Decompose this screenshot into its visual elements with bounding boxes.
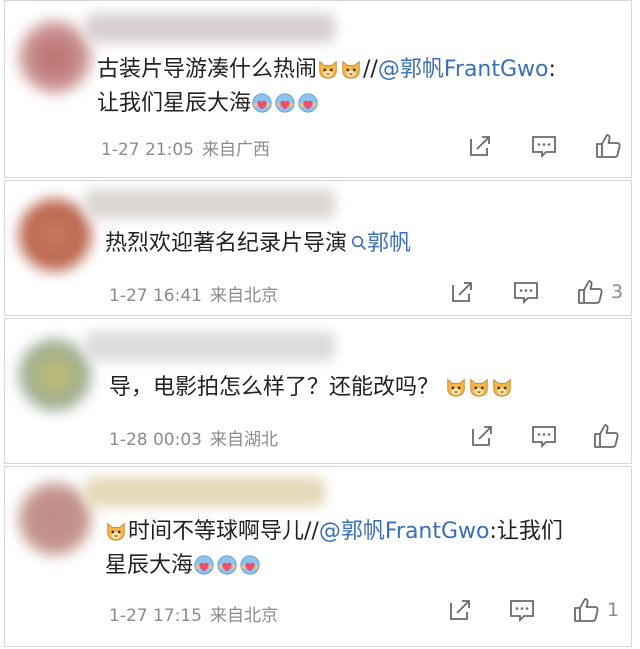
- thumbs-up-icon: [594, 424, 619, 448]
- location: 来自湖北: [209, 430, 278, 450]
- comment-body: 导，电影拍怎么样了？还能改吗？: [109, 375, 440, 400]
- timestamp: 1-28 00:03: [109, 430, 202, 450]
- share-icon: [452, 282, 472, 302]
- timestamp: 1-27 21:05: [101, 140, 194, 160]
- comment-body-tail: :让我们: [489, 519, 563, 544]
- thumbs-up-icon: [574, 598, 599, 622]
- share-button[interactable]: [445, 595, 475, 625]
- avatar[interactable]: [19, 199, 91, 271]
- comment-body: 热烈欢迎著名纪录片导演: [105, 231, 348, 256]
- repost-separator: //: [304, 519, 319, 544]
- comment-meta: 1-28 00:03 来自湖北: [109, 425, 278, 450]
- comment-text-line2: 让我们星辰大海: [97, 87, 320, 121]
- comment-body: 时间不等球啊导儿: [128, 519, 305, 544]
- search-icon: [351, 235, 367, 251]
- repost-separator: //: [363, 57, 378, 82]
- username-blurred[interactable]: [85, 477, 325, 507]
- share-icon: [470, 136, 490, 156]
- share-button[interactable]: [467, 421, 497, 451]
- avatar[interactable]: [19, 339, 91, 411]
- comment-button[interactable]: [511, 277, 541, 307]
- mention-link[interactable]: @郭帆FrantGwo: [378, 57, 549, 82]
- comment-card: 热烈欢迎著名纪录片导演 郭帆 1-27 16:41 来自北京 3: [4, 180, 632, 316]
- cat-face-emoji: [445, 376, 467, 398]
- username-blurred[interactable]: [85, 189, 335, 219]
- thumbs-up-icon: [596, 134, 621, 158]
- heart-hug-emoji: [274, 92, 296, 114]
- comment-icon: [514, 282, 538, 305]
- comment-body: 古装片导游凑什么热闹: [97, 57, 318, 82]
- comment-text: 热烈欢迎著名纪录片导演 郭帆: [105, 227, 411, 261]
- username-blurred[interactable]: [85, 13, 335, 43]
- comment-text: 古装片导游凑什么热闹 //@郭帆FrantGwo:: [97, 53, 556, 87]
- heart-hug-emoji: [297, 92, 319, 114]
- cat-face-emoji: [468, 376, 490, 398]
- location: 来自广西: [201, 140, 270, 160]
- comment-body: 星辰大海: [105, 553, 194, 578]
- comment-body-tail: :: [548, 57, 556, 82]
- share-button[interactable]: [447, 277, 477, 307]
- cat-face-emoji: [317, 58, 339, 80]
- location: 来自北京: [209, 606, 278, 626]
- like-button[interactable]: [593, 131, 623, 161]
- like-button[interactable]: [571, 595, 601, 625]
- comment-body: 让我们星辰大海: [97, 91, 252, 116]
- mention-link[interactable]: @郭帆FrantGwo: [319, 519, 490, 544]
- comment-meta: 1-27 17:15 来自北京: [109, 601, 278, 626]
- comment-icon: [510, 600, 534, 623]
- timestamp: 1-27 16:41: [109, 286, 202, 306]
- comment-button[interactable]: [507, 595, 537, 625]
- comment-button[interactable]: [529, 421, 559, 451]
- comment-text: 时间不等球啊导儿//@郭帆FrantGwo:让我们: [105, 515, 563, 549]
- like-count: 3: [611, 281, 624, 303]
- heart-hug-emoji: [193, 554, 215, 576]
- cat-face-emoji: [340, 58, 362, 80]
- comment-icon: [532, 136, 556, 159]
- location: 来自北京: [209, 286, 278, 306]
- like-count: 1: [607, 599, 620, 621]
- share-icon: [450, 600, 470, 620]
- cat-face-emoji: [105, 520, 127, 542]
- thumbs-up-icon: [578, 280, 603, 304]
- topic-link[interactable]: 郭帆: [367, 231, 411, 256]
- username-blurred[interactable]: [85, 331, 335, 361]
- comment-text-line2: 星辰大海: [105, 549, 262, 583]
- heart-hug-emoji: [251, 92, 273, 114]
- share-button[interactable]: [465, 131, 495, 161]
- share-icon: [472, 426, 492, 446]
- avatar[interactable]: [19, 21, 91, 93]
- like-button[interactable]: [575, 277, 605, 307]
- comment-meta: 1-27 21:05 来自广西: [101, 135, 270, 160]
- comment-card: 时间不等球啊导儿//@郭帆FrantGwo:让我们 星辰大海 1-27 17:1…: [4, 466, 632, 647]
- avatar[interactable]: [19, 483, 91, 555]
- comment-card: 古装片导游凑什么热闹 //@郭帆FrantGwo: 让我们星辰大海 1-27 21…: [4, 0, 632, 178]
- heart-hug-emoji: [216, 554, 238, 576]
- comment-meta: 1-27 16:41 来自北京: [109, 281, 278, 306]
- comment-icon: [532, 426, 556, 449]
- cat-face-emoji: [491, 376, 513, 398]
- like-button[interactable]: [591, 421, 621, 451]
- timestamp: 1-27 17:15: [109, 606, 202, 626]
- comment-text: 导，电影拍怎么样了？还能改吗？: [109, 371, 514, 405]
- comment-card: 导，电影拍怎么样了？还能改吗？ 1-28 00:03 来自湖北: [4, 318, 632, 464]
- heart-hug-emoji: [239, 554, 261, 576]
- comment-button[interactable]: [529, 131, 559, 161]
